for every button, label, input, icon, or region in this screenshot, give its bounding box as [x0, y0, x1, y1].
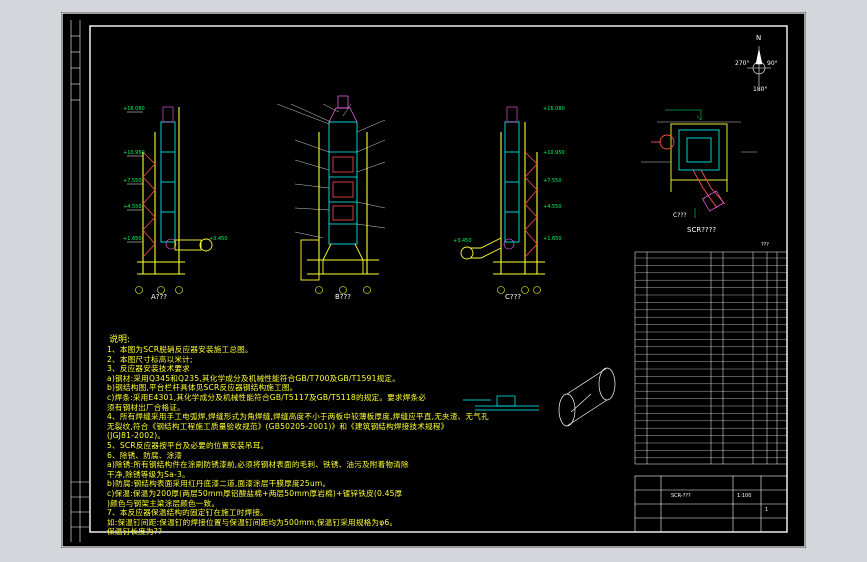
svg-text:+7.550: +7.550 — [123, 178, 142, 184]
svg-text:+10.950: +10.950 — [543, 150, 565, 156]
compass-south-label: 180° — [753, 86, 768, 93]
elevation-view-a: +16.080 +10.950 +7.550 +4.550 +1.650 +0.450 — [123, 106, 228, 294]
plan-view-sublabel: C??? — [673, 212, 687, 219]
elevation-view-b — [276, 95, 386, 294]
insulated-pipe-sketch — [558, 367, 616, 427]
sheet-number: 1 — [765, 507, 769, 513]
svg-text:+4.550: +4.550 — [123, 204, 142, 210]
view-b-label: B??? — [335, 293, 351, 301]
svg-text:+10.950: +10.950 — [123, 150, 145, 156]
compass-east-label: 90° — [767, 60, 778, 67]
weld-detail — [463, 395, 539, 411]
drawing-sheet: +16.080 +10.950 +7.550 +4.550 +1.650 +0.450 — [61, 12, 806, 548]
svg-text:+16.080: +16.080 — [123, 106, 145, 112]
view-a-label: A??? — [151, 293, 167, 301]
note-line: 保温钉长度为?? — [107, 527, 163, 537]
title-block-grid — [634, 475, 788, 533]
plan-view — [641, 109, 757, 218]
parts-table-grid — [634, 251, 788, 465]
compass-west-label: 270° — [735, 60, 750, 67]
left-margin-strips — [70, 20, 89, 542]
svg-text:+0.450: +0.450 — [209, 236, 228, 242]
svg-text:+3.450: +3.450 — [453, 238, 472, 244]
drawing-number: SCR-??? — [671, 493, 691, 499]
compass-north-label: N — [756, 34, 762, 42]
svg-text:+7.550: +7.550 — [543, 178, 562, 184]
svg-text:+16.080: +16.080 — [543, 106, 565, 112]
svg-text:+1.650: +1.650 — [543, 236, 562, 242]
svg-text:+4.550: +4.550 — [543, 204, 562, 210]
elevation-view-c: +16.080 +10.950 +7.550 +4.550 +1.650 +3.450 — [453, 106, 565, 294]
drawing-scale: 1:100 — [737, 493, 752, 499]
view-c-label: C??? — [505, 293, 522, 301]
plan-view-label: SCR???? — [687, 226, 717, 234]
parts-table-header-note: ??? — [761, 242, 769, 248]
svg-text:+1.650: +1.650 — [123, 236, 142, 242]
